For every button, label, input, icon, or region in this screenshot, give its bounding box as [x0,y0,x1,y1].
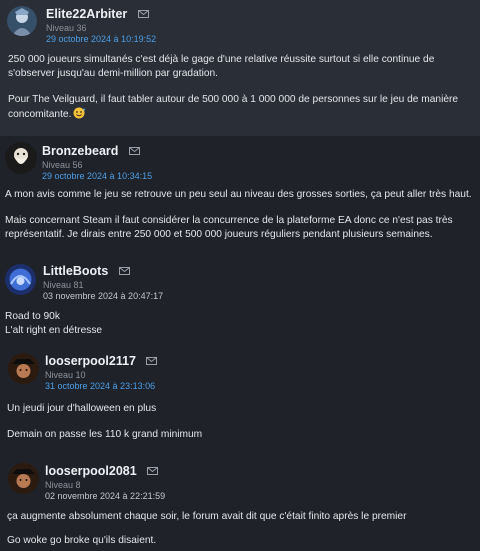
forum-feed: Elite22Arbiter Niveau 36 29 octobre 2024… [0,0,480,551]
user-level: Niveau 10 [45,370,86,380]
forum-post: LittleBoots Niveau 81 03 novembre 2024 à… [0,260,480,346]
post-date: 03 novembre 2024 à 20:47:17 [43,291,164,301]
post-paragraph: ça augmente absolument chaque soir, le f… [7,511,407,522]
post-date: 02 novembre 2024 à 22:21:59 [45,491,166,501]
avatar[interactable] [8,353,39,384]
post-paragraph: Go woke go broke qu'ils disaient. [7,535,157,546]
avatar-elite22arbiter-icon [7,6,37,36]
username[interactable]: Bronzebeard [42,144,118,158]
user-level: Niveau 81 [43,280,84,290]
post-paragraph: L'alt right en détresse [5,325,103,336]
post-date-link[interactable]: 31 octobre 2024 à 23:13:06 [45,381,157,392]
post-paragraph: Demain on passe les 110 k grand minimum [7,429,203,440]
post-paragraph: Road to 90k [5,311,60,322]
avatar[interactable] [5,142,37,174]
user-level: Niveau 8 [45,480,81,490]
avatar[interactable] [7,6,37,36]
sweat-smile-emoji-icon [73,107,86,124]
post-paragraph: Mais concernant Steam il faut considérer… [5,215,453,240]
avatar-looserpool2117-icon [8,353,39,384]
avatar-looserpool2081-icon [8,463,39,494]
envelope-icon[interactable] [146,356,158,365]
avatar-bronzebeard-icon [5,142,37,174]
user-level: Niveau 36 [46,23,87,33]
post-paragraph: 250 000 joueurs simultanés c'est déjà le… [8,54,435,79]
post-body: Un jeudi jour d'halloween en plus Demain… [7,402,472,442]
post-date-link[interactable]: 29 octobre 2024 à 10:19:52 [46,34,156,45]
post-date-link[interactable]: 29 octobre 2024 à 10:34:15 [42,171,152,182]
forum-post: Bronzebeard Niveau 56 29 octobre 2024 à … [0,136,480,261]
avatar-littleboots-icon [5,264,36,295]
post-body: Road to 90k L'alt right en détresse [5,310,472,338]
forum-post: looserpool2117 Niveau 10 31 octobre 2024… [0,345,480,456]
username[interactable]: looserpool2081 [45,464,137,478]
post-paragraph: Un jeudi jour d'halloween en plus [7,403,157,414]
avatar[interactable] [5,264,36,295]
envelope-icon[interactable] [147,466,159,475]
forum-post: Elite22Arbiter Niveau 36 29 octobre 2024… [0,0,480,137]
username[interactable]: looserpool2117 [45,354,136,368]
forum-post: looserpool2081 Niveau 8 02 novembre 2024… [0,455,480,551]
envelope-icon[interactable] [118,266,130,275]
username[interactable]: Elite22Arbiter [46,7,127,21]
envelope-icon[interactable] [137,9,149,18]
envelope-icon[interactable] [128,146,140,155]
post-paragraph: A mon avis comme le jeu se retrouve un p… [5,189,472,200]
post-body: 250 000 joueurs simultanés c'est déjà le… [8,53,472,124]
avatar[interactable] [8,463,39,494]
post-body: A mon avis comme le jeu se retrouve un p… [5,188,472,242]
username[interactable]: LittleBoots [43,264,108,278]
user-level: Niveau 56 [42,160,83,170]
post-body: ça augmente absolument chaque soir, le f… [7,510,472,548]
